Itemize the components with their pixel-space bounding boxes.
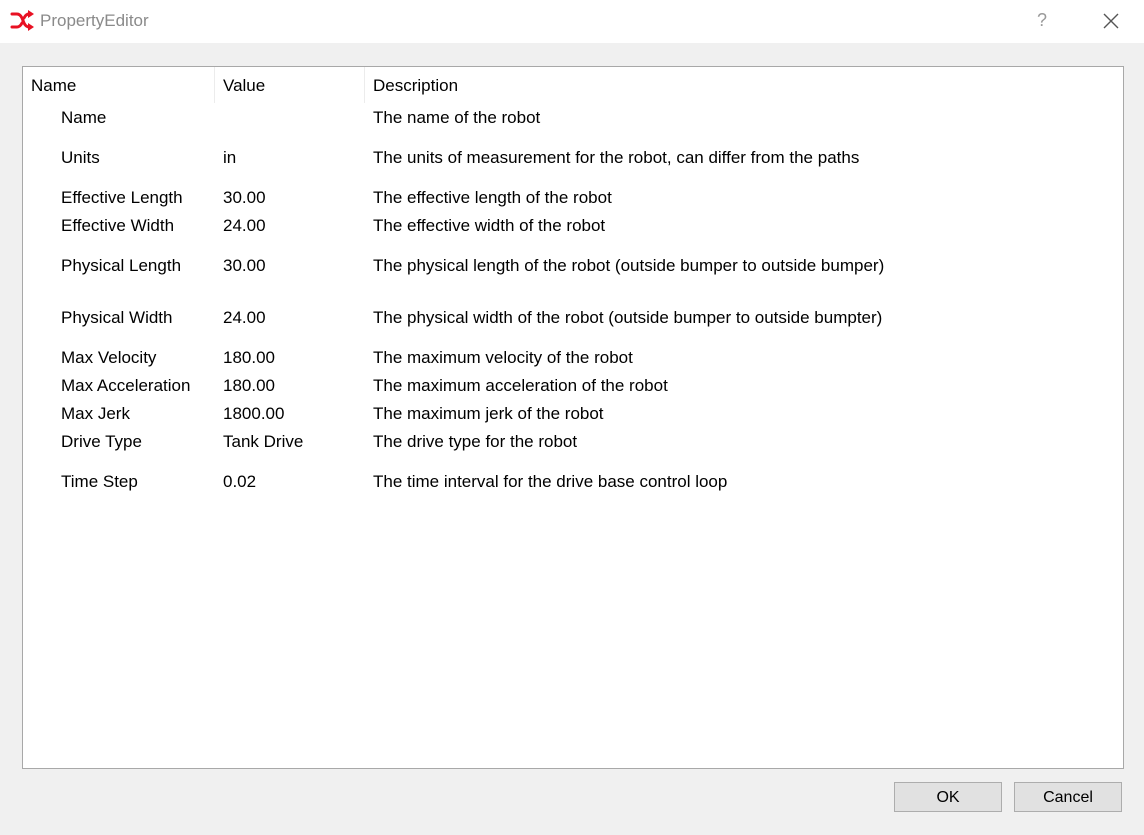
table-row[interactable]: Drive Type Tank Drive The drive type for… <box>23 428 1121 456</box>
property-name: Drive Type <box>61 432 142 451</box>
table-row[interactable]: Physical Width 24.00 The physical width … <box>23 304 1121 332</box>
table-row[interactable]: Name The name of the robot <box>23 104 1121 132</box>
property-name: Name <box>61 108 107 127</box>
table-row[interactable]: Max Velocity 180.00 The maximum velocity… <box>23 344 1121 372</box>
property-name: Max Jerk <box>61 404 130 423</box>
close-icon[interactable] <box>1098 8 1124 34</box>
table-row[interactable]: Max Acceleration 180.00 The maximum acce… <box>23 372 1121 400</box>
property-description: The time interval for the drive base con… <box>373 472 728 491</box>
column-header-name[interactable]: Name <box>23 67 215 103</box>
property-value[interactable]: 0.02 <box>223 468 256 496</box>
property-name: Units <box>61 148 100 167</box>
property-name: Effective Length <box>61 188 183 207</box>
property-name: Max Acceleration <box>61 376 191 395</box>
property-value[interactable]: 30.00 <box>223 184 266 212</box>
property-description: The physical length of the robot (outsid… <box>373 256 885 275</box>
property-value[interactable]: 1800.00 <box>223 400 284 428</box>
property-value[interactable]: 24.00 <box>223 304 266 332</box>
column-header-value[interactable]: Value <box>215 67 365 103</box>
property-description: The effective width of the robot <box>373 216 606 235</box>
property-value[interactable]: 180.00 <box>223 344 275 372</box>
property-editor-dialog: PropertyEditor ? Name Value Description … <box>0 0 1144 835</box>
property-description: The drive type for the robot <box>373 432 578 451</box>
ok-button[interactable]: OK <box>894 782 1002 812</box>
table-row[interactable]: Max Jerk 1800.00 The maximum jerk of the… <box>23 400 1121 428</box>
property-table: Name Value Description Name The name of … <box>22 66 1124 769</box>
property-description: The maximum jerk of the robot <box>373 404 604 423</box>
property-name: Max Velocity <box>61 348 157 367</box>
property-value[interactable]: in <box>223 144 236 172</box>
window-title: PropertyEditor <box>40 11 149 30</box>
shuffle-icon <box>10 10 34 31</box>
property-value[interactable]: 24.00 <box>223 212 266 240</box>
property-name: Physical Length <box>61 256 182 275</box>
property-name: Time Step <box>61 472 138 491</box>
cancel-button[interactable]: Cancel <box>1014 782 1122 812</box>
help-button[interactable]: ? <box>1030 6 1054 34</box>
property-name: Physical Width <box>61 308 173 327</box>
table-row[interactable]: Units in The units of measurement for th… <box>23 144 1121 172</box>
property-description: The effective length of the robot <box>373 188 612 207</box>
property-value[interactable]: 30.00 <box>223 252 266 280</box>
table-row[interactable]: Time Step 0.02 The time interval for the… <box>23 468 1121 496</box>
property-description: The name of the robot <box>373 108 541 127</box>
column-header-description[interactable]: Description <box>365 67 1121 103</box>
property-description: The maximum acceleration of the robot <box>373 376 668 395</box>
property-description: The physical width of the robot (outside… <box>373 308 883 327</box>
property-value[interactable]: 180.00 <box>223 372 275 400</box>
table-row[interactable]: Physical Length 30.00 The physical lengt… <box>23 252 1121 280</box>
property-name: Effective Width <box>61 216 175 235</box>
table-row[interactable]: Effective Width 24.00 The effective widt… <box>23 212 1121 240</box>
property-description: The units of measurement for the robot, … <box>373 148 860 167</box>
property-value[interactable]: Tank Drive <box>223 428 303 456</box>
property-description: The maximum velocity of the robot <box>373 348 633 367</box>
title-bar: PropertyEditor ? <box>0 0 1144 43</box>
table-row[interactable]: Effective Length 30.00 The effective len… <box>23 184 1121 212</box>
